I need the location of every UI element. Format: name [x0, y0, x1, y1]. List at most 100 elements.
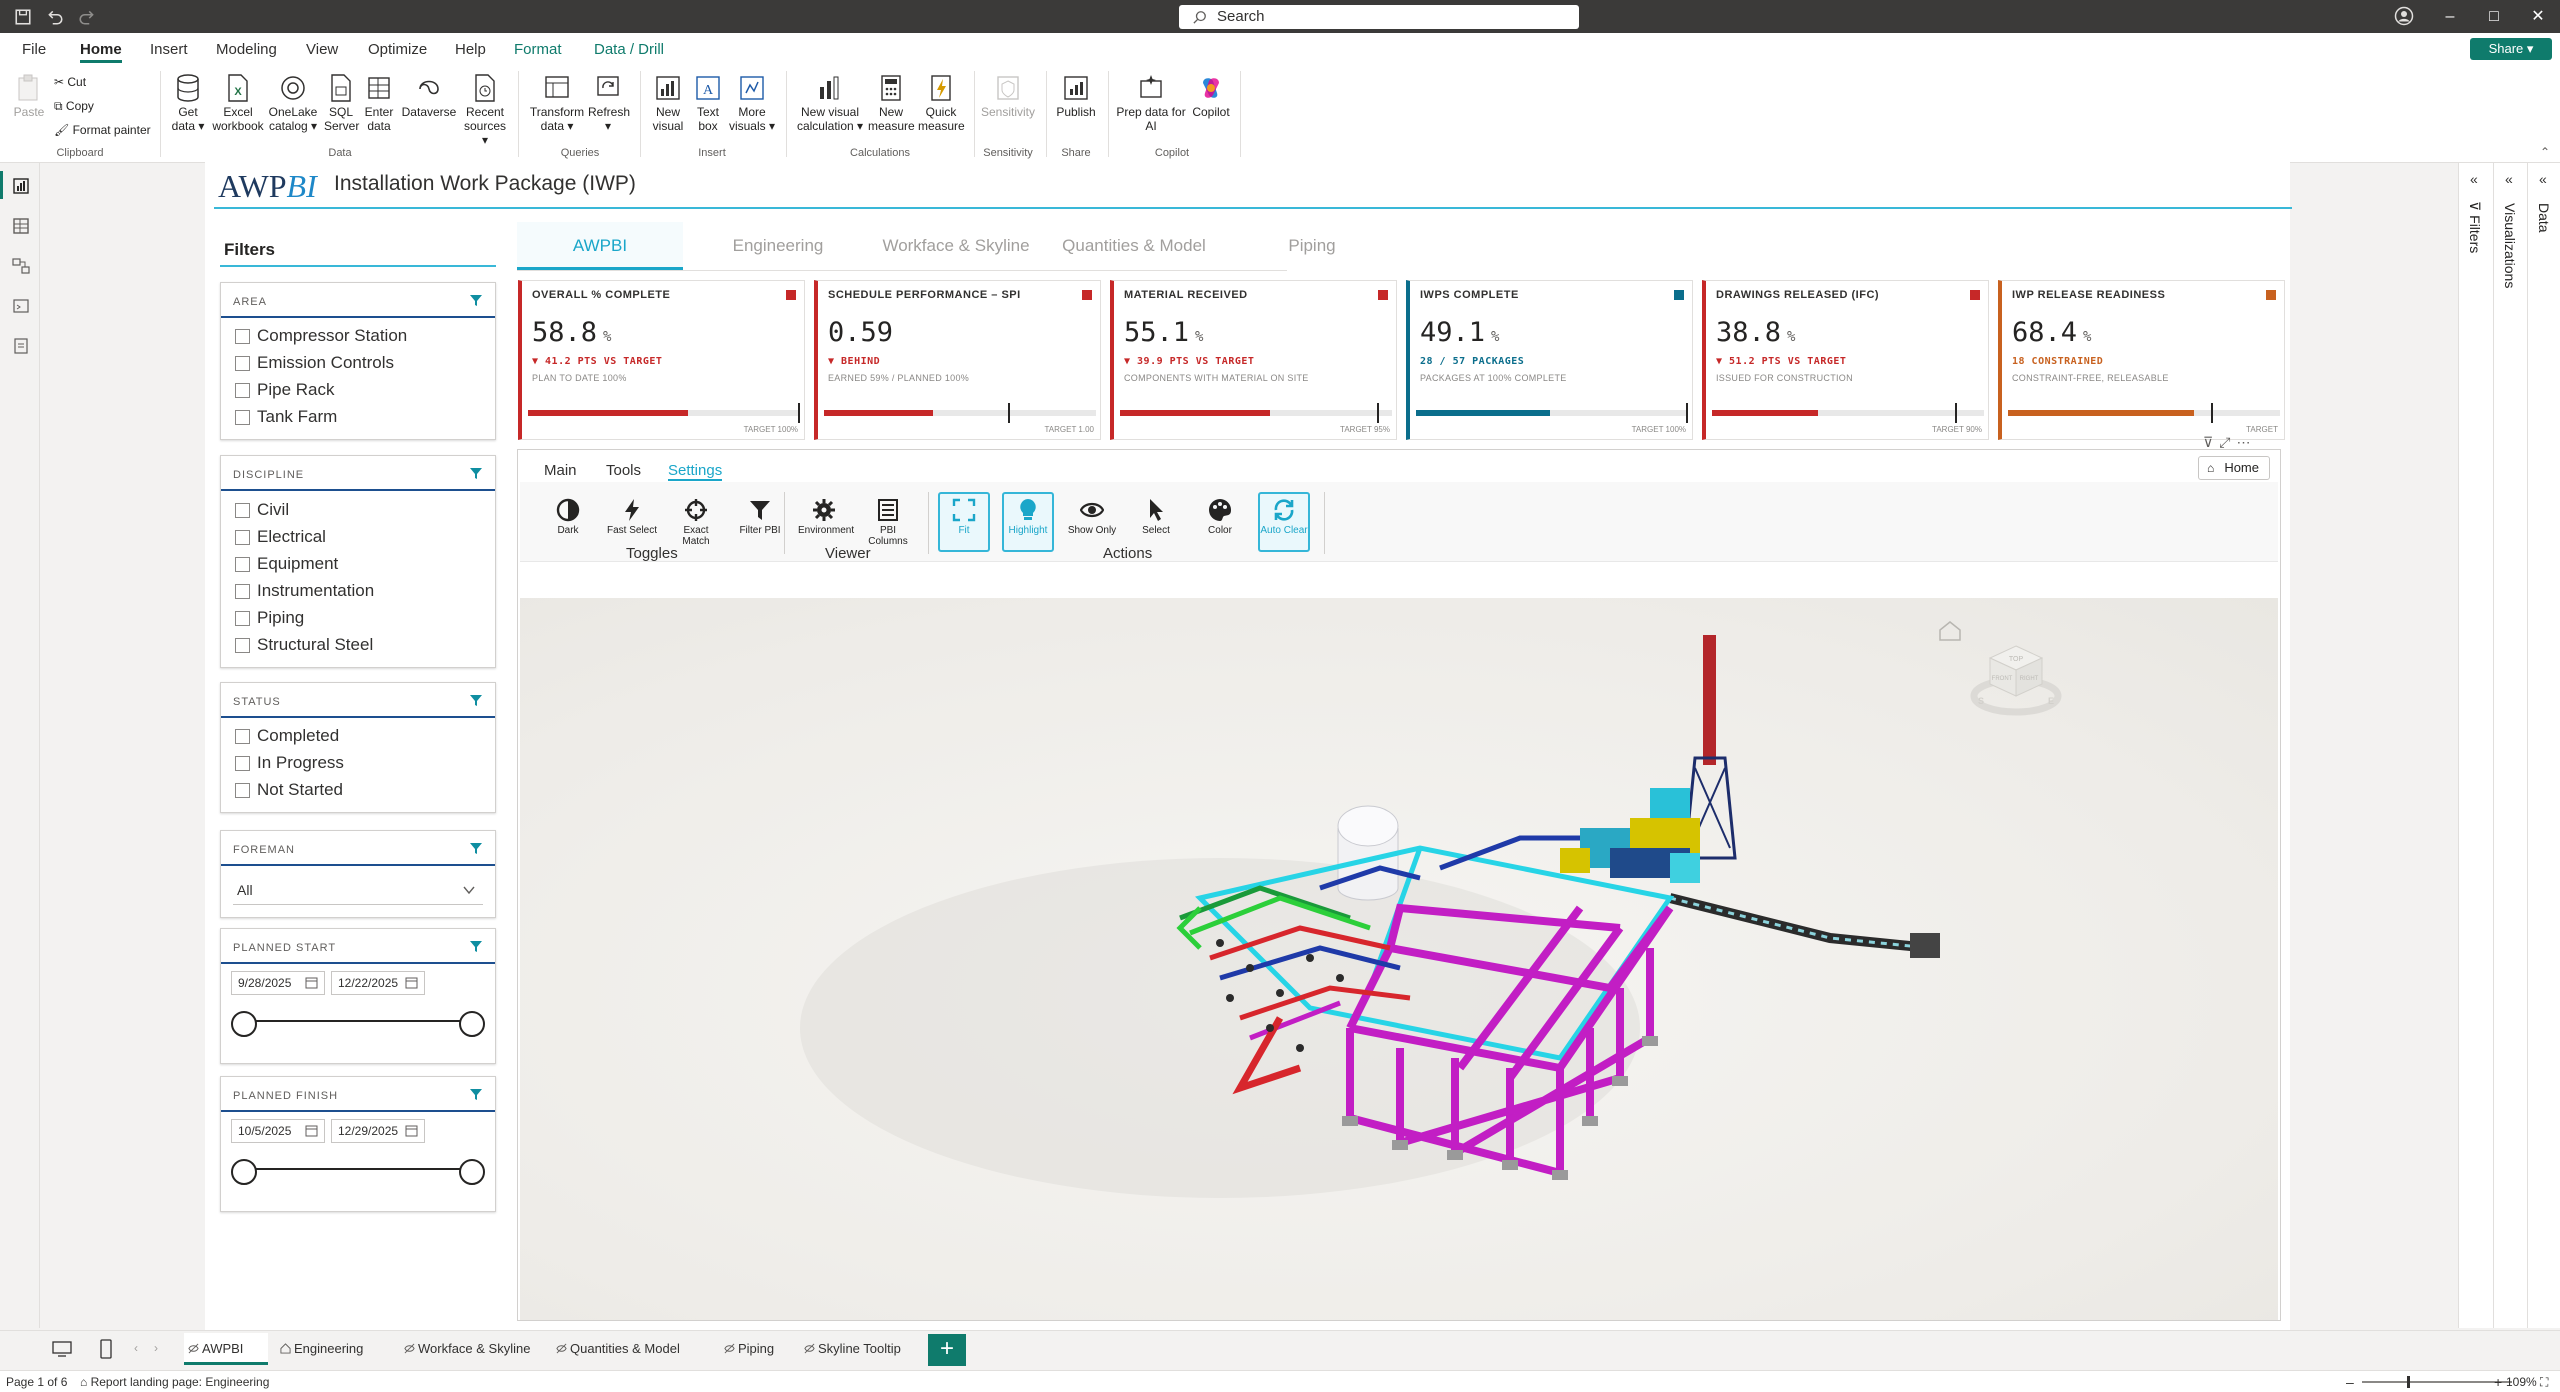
planned-start-to-input[interactable]: 12/22/2025: [331, 971, 425, 995]
get-data-button[interactable]: Get data ▾: [168, 73, 208, 133]
discipline-option-electrical[interactable]: Electrical: [235, 527, 326, 547]
viewer-tab-tools[interactable]: Tools: [606, 462, 641, 479]
planned-finish-range-start-handle[interactable]: [231, 1159, 257, 1185]
undo-icon[interactable]: [46, 8, 64, 26]
tool-color-button[interactable]: Color: [1194, 492, 1246, 552]
quick-measure-button[interactable]: Quick measure: [918, 73, 965, 133]
planned-finish-from-input[interactable]: 10/5/2025: [231, 1119, 325, 1143]
planned-finish-range-end-handle[interactable]: [459, 1159, 485, 1185]
planned-start-range-end-handle[interactable]: [459, 1011, 485, 1037]
menu-optimize[interactable]: Optimize: [368, 33, 427, 63]
cut-button[interactable]: ✂ Cut: [54, 75, 86, 89]
dax-query-view-icon[interactable]: [12, 297, 30, 315]
tool-environment-button[interactable]: Environment: [798, 492, 854, 552]
tool-dark-button[interactable]: Dark: [542, 492, 594, 552]
new-measure-button[interactable]: New measure: [868, 73, 915, 133]
menu-view[interactable]: View: [306, 33, 338, 63]
area-option-pipe-rack[interactable]: Pipe Rack: [235, 380, 334, 400]
tool-select-button[interactable]: Select: [1130, 492, 1182, 552]
visual-filter-icon[interactable]: ⊽: [2203, 434, 2219, 450]
expand-filters-icon[interactable]: «: [2470, 171, 2478, 187]
close-icon[interactable]: ✕: [2526, 6, 2550, 28]
recent-sources-button[interactable]: Recent sources ▾: [462, 73, 508, 147]
menu-format[interactable]: Format: [514, 33, 562, 63]
next-page-icon[interactable]: ›: [154, 1341, 158, 1355]
page-tab[interactable]: Skyline Tooltip: [800, 1333, 922, 1365]
kpi-card[interactable]: IWP RELEASE READINESS 68.4% 18 CONSTRAINED…: [1998, 280, 2285, 440]
page-tab[interactable]: Engineering: [276, 1333, 392, 1365]
enter-data-button[interactable]: Enter data: [362, 73, 396, 133]
menu-file[interactable]: File: [22, 33, 46, 63]
dataverse-button[interactable]: Dataverse: [400, 73, 458, 119]
planned-finish-to-input[interactable]: 12/29/2025: [331, 1119, 425, 1143]
previous-page-icon[interactable]: ‹: [134, 1341, 138, 1355]
foreman-dropdown[interactable]: All: [233, 875, 483, 905]
tool-exact-match-button[interactable]: Exact Match: [670, 492, 722, 552]
tab-piping[interactable]: Piping: [1229, 222, 1395, 270]
format-painter-button[interactable]: 🖌 Format painter: [54, 123, 151, 137]
new-visual-calculation-button[interactable]: New visual calculation ▾: [796, 73, 864, 133]
zoom-slider-thumb[interactable]: [2407, 1376, 2410, 1388]
more-visuals-button[interactable]: More visuals ▾: [728, 73, 776, 133]
table-view-icon[interactable]: [12, 217, 30, 235]
filter-icon[interactable]: [469, 1087, 483, 1101]
menu-data-drill[interactable]: Data / Drill: [594, 33, 664, 63]
tool-show-only-button[interactable]: Show Only: [1066, 492, 1118, 552]
tool-auto-clear-button[interactable]: Auto Clear: [1258, 492, 1310, 552]
save-icon[interactable]: [14, 8, 32, 26]
area-option-compressor-station[interactable]: Compressor Station: [235, 326, 407, 346]
kpi-card[interactable]: OVERALL % COMPLETE 58.8% ▼ 41.2 PTS VS TAR…: [518, 280, 805, 440]
tool-fit-button[interactable]: Fit: [938, 492, 990, 552]
tool-pbi-columns-button[interactable]: PBI Columns: [862, 492, 914, 552]
tool-highlight-button[interactable]: Highlight: [1002, 492, 1054, 552]
filter-icon[interactable]: [469, 466, 483, 480]
tool-fast-select-button[interactable]: Fast Select: [606, 492, 658, 552]
excel-workbook-button[interactable]: X Excel workbook: [212, 73, 264, 133]
viewer-tab-main[interactable]: Main: [544, 462, 577, 479]
status-option-in-progress[interactable]: In Progress: [235, 753, 344, 773]
discipline-option-civil[interactable]: Civil: [235, 500, 289, 520]
search-input[interactable]: Search: [1179, 5, 1579, 29]
area-option-tank-farm[interactable]: Tank Farm: [235, 407, 337, 427]
kpi-card[interactable]: SCHEDULE PERFORMANCE – SPI 0.59 ▼ BEHIND EA…: [814, 280, 1101, 440]
area-option-emission-controls[interactable]: Emission Controls: [235, 353, 394, 373]
zoom-slider-track[interactable]: [2362, 1381, 2512, 1383]
discipline-option-piping[interactable]: Piping: [235, 608, 304, 628]
discipline-option-structural-steel[interactable]: Structural Steel: [235, 635, 373, 655]
filter-icon[interactable]: [469, 693, 483, 707]
collapse-ribbon-icon[interactable]: ⌃: [2540, 145, 2550, 159]
filter-icon[interactable]: [469, 841, 483, 855]
data-pane-collapsed[interactable]: « Data: [2527, 163, 2560, 1328]
page-tab[interactable]: Workface & Skyline: [400, 1333, 544, 1365]
refresh-button[interactable]: Refresh ▾: [588, 73, 630, 133]
fit-to-page-icon[interactable]: ⛶: [2540, 1371, 2548, 1392]
tab-workface-skyline[interactable]: Workface & Skyline: [873, 222, 1039, 270]
copilot-button[interactable]: Copilot: [1190, 73, 1232, 119]
publish-button[interactable]: Publish: [1054, 73, 1098, 119]
sensitivity-button[interactable]: Sensitivity: [980, 73, 1036, 119]
visualizations-pane-collapsed[interactable]: « Visualizations: [2493, 163, 2527, 1328]
menu-insert[interactable]: Insert: [150, 33, 188, 63]
redo-icon[interactable]: [78, 8, 96, 26]
sql-server-button[interactable]: SQL Server: [324, 73, 359, 133]
home-button[interactable]: ⌂ Home: [2198, 456, 2270, 480]
copy-button[interactable]: ⧉ Copy: [54, 99, 94, 113]
prep-data-for-ai-button[interactable]: Prep data for AI: [1114, 73, 1188, 133]
kpi-card[interactable]: IWPS COMPLETE 49.1% 28 / 57 PACKAGES PACKAG…: [1406, 280, 1693, 440]
tmdl-view-icon[interactable]: [12, 337, 30, 355]
page-tab[interactable]: AWPBI: [184, 1333, 268, 1365]
planned-start-range-start-handle[interactable]: [231, 1011, 257, 1037]
kpi-card[interactable]: MATERIAL RECEIVED 55.1% ▼ 39.9 PTS VS TARG…: [1110, 280, 1397, 440]
tab-engineering[interactable]: Engineering: [695, 222, 861, 270]
model-view-icon[interactable]: [12, 257, 30, 275]
discipline-option-equipment[interactable]: Equipment: [235, 554, 338, 574]
mobile-layout-icon[interactable]: [100, 1339, 112, 1359]
discipline-option-instrumentation[interactable]: Instrumentation: [235, 581, 374, 601]
onelake-catalog-button[interactable]: OneLake catalog ▾: [266, 73, 320, 133]
page-tab[interactable]: Piping: [720, 1333, 792, 1365]
add-page-button[interactable]: +: [928, 1334, 966, 1366]
text-box-button[interactable]: A Text box: [692, 73, 724, 133]
account-icon[interactable]: [2394, 6, 2414, 26]
reset-view-icon[interactable]: [1939, 621, 1961, 641]
tool-filter-pbi-button[interactable]: Filter PBI: [734, 492, 786, 552]
